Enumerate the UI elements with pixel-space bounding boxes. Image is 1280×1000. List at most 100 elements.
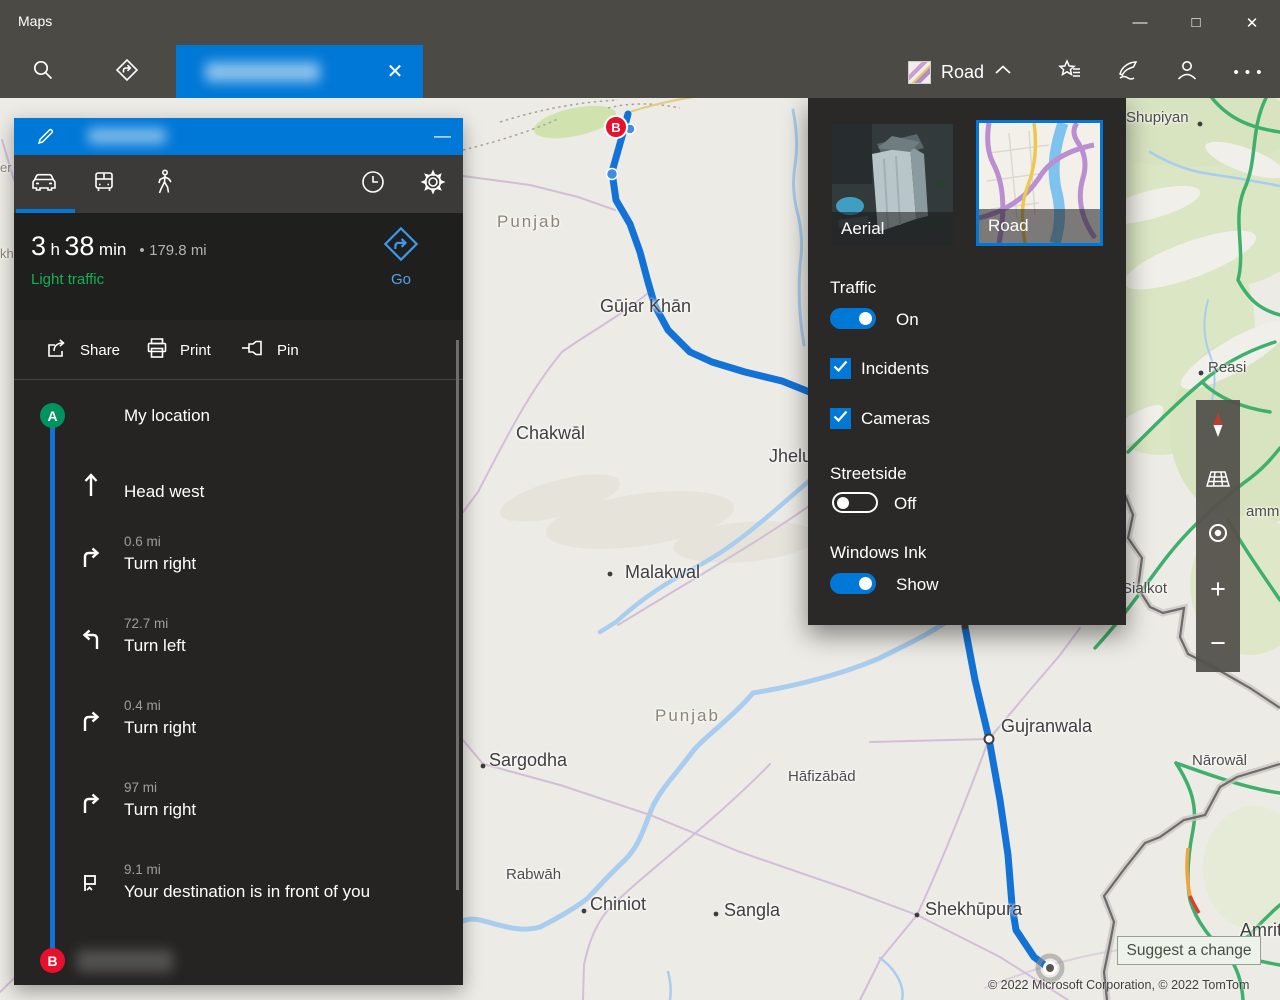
map-label-city: Hāfizābād bbox=[788, 768, 856, 785]
direction-step[interactable]: 0.6 mi Turn right bbox=[14, 530, 463, 588]
pin-button[interactable]: Pin bbox=[240, 320, 299, 380]
favorites-button[interactable] bbox=[1046, 49, 1094, 95]
route-waypoint-dot bbox=[607, 169, 618, 180]
map-marker-b: B bbox=[605, 116, 627, 138]
map-label-city: Malakwal bbox=[625, 562, 700, 583]
style-option-aerial[interactable]: Aerial bbox=[832, 124, 953, 246]
end-badge: B bbox=[40, 948, 65, 973]
my-location-button[interactable] bbox=[1196, 508, 1240, 562]
tab-transit[interactable] bbox=[74, 155, 134, 213]
direction-step[interactable]: 9.1 mi Your destination is in front of y… bbox=[14, 858, 463, 916]
compass-button[interactable] bbox=[1196, 400, 1240, 454]
route-duration: 3 h 38 min • 179.8 mi bbox=[31, 231, 207, 262]
ink-button[interactable] bbox=[1104, 49, 1152, 95]
share-button[interactable]: Share bbox=[45, 320, 120, 380]
app-chrome: Maps — □ ✕ ✕ bbox=[0, 0, 1280, 98]
route-actions: Share Print bbox=[14, 320, 463, 380]
favorites-icon bbox=[1058, 59, 1082, 86]
turn-right-icon bbox=[79, 709, 103, 738]
traffic-label: Traffic bbox=[830, 278, 876, 298]
clock-icon bbox=[360, 169, 386, 200]
map-style-button[interactable]: Road bbox=[908, 49, 1012, 95]
map-label-city: Sangla bbox=[724, 900, 780, 921]
windows-ink-state: Show bbox=[896, 575, 939, 595]
maps-app-window: B Punjab Gūjar Khān Chakwāl Jhelum Malak… bbox=[0, 0, 1280, 1000]
panel-minimize-button[interactable]: — bbox=[434, 126, 451, 146]
map-controls-bar: + − bbox=[1196, 400, 1240, 672]
checkmark-icon bbox=[833, 360, 848, 378]
map-label-region: Punjab bbox=[497, 212, 562, 232]
more-button[interactable]: • • • bbox=[1224, 49, 1272, 95]
incidents-checkbox[interactable] bbox=[830, 358, 851, 379]
close-button[interactable]: ✕ bbox=[1224, 0, 1280, 45]
direction-step[interactable]: Head west bbox=[14, 458, 463, 516]
map-label-city: Shekhūpura bbox=[925, 899, 1022, 920]
maximize-button[interactable]: □ bbox=[1168, 0, 1224, 45]
ellipsis-icon: • • • bbox=[1233, 64, 1262, 81]
zoom-in-button[interactable]: + bbox=[1196, 562, 1240, 616]
travel-mode-tabs bbox=[14, 155, 463, 213]
traffic-toggle[interactable] bbox=[830, 308, 876, 329]
map-label-city: Chiniot bbox=[590, 894, 646, 915]
direction-step[interactable]: 97 mi Turn right bbox=[14, 776, 463, 834]
share-label: Share bbox=[80, 342, 120, 359]
chevron-up-icon bbox=[994, 63, 1012, 81]
streetside-toggle[interactable] bbox=[832, 492, 878, 513]
panel-scrollbar[interactable] bbox=[456, 340, 459, 890]
my-location-icon bbox=[1207, 522, 1229, 549]
print-label: Print bbox=[180, 342, 211, 359]
bus-icon bbox=[91, 170, 117, 199]
cameras-checkbox[interactable] bbox=[830, 408, 851, 429]
search-icon bbox=[32, 59, 54, 86]
direction-step[interactable]: 0.4 mi Turn right bbox=[14, 694, 463, 752]
tilt-button[interactable] bbox=[1196, 454, 1240, 508]
turn-right-icon bbox=[79, 545, 103, 574]
tilt-map-icon bbox=[1205, 469, 1231, 494]
account-button[interactable] bbox=[1163, 49, 1211, 95]
route-tab[interactable]: ✕ bbox=[176, 45, 423, 98]
windows-ink-toggle[interactable] bbox=[830, 573, 876, 594]
directions-icon bbox=[115, 58, 139, 87]
gear-icon bbox=[420, 169, 446, 200]
map-style-thumbnail-icon bbox=[908, 61, 931, 84]
pin-label: Pin bbox=[277, 342, 299, 359]
map-label-city: Gujranwala bbox=[1001, 716, 1092, 737]
print-button[interactable]: Print bbox=[145, 320, 211, 380]
share-icon bbox=[45, 337, 80, 363]
end-label-redacted bbox=[77, 950, 173, 972]
route-options-button[interactable] bbox=[403, 155, 463, 213]
tab-walk[interactable] bbox=[134, 155, 194, 213]
map-copyright: © 2022 Microsoft Corporation, © 2022 Tom… bbox=[988, 978, 1249, 992]
edit-route-icon[interactable] bbox=[36, 126, 56, 151]
search-button[interactable] bbox=[19, 49, 67, 95]
map-label-city: Reasi bbox=[1208, 359, 1246, 376]
map-label-city: Chakwāl bbox=[516, 423, 585, 444]
walk-icon bbox=[154, 169, 174, 200]
direction-step[interactable]: 72.7 mi Turn left bbox=[14, 612, 463, 670]
directions-steps: A My location Head west 0.6 mi Turn righ… bbox=[14, 380, 463, 985]
zoom-out-button[interactable]: − bbox=[1196, 616, 1240, 670]
map-label-city: amm bbox=[1246, 503, 1279, 520]
start-label: My location bbox=[124, 406, 210, 426]
map-style-flyout: Aerial Road Traffic On bbox=[808, 98, 1126, 625]
directions-button[interactable] bbox=[103, 49, 151, 95]
map-label-city: Sialkot bbox=[1122, 580, 1167, 597]
go-button[interactable]: Go bbox=[379, 225, 423, 288]
directions-panel-header[interactable]: — bbox=[14, 118, 463, 155]
streetside-state: Off bbox=[894, 494, 916, 514]
cameras-label: Cameras bbox=[861, 409, 930, 429]
traffic-status: Light traffic bbox=[31, 271, 104, 288]
minimize-button[interactable]: — bbox=[1112, 0, 1168, 45]
window-title: Maps bbox=[18, 13, 52, 29]
map-label-fragment: kh bbox=[0, 246, 14, 261]
suggest-change-button[interactable]: Suggest a change bbox=[1117, 936, 1261, 965]
route-distance: 179.8 mi bbox=[149, 242, 207, 259]
route-tab-close-button[interactable]: ✕ bbox=[373, 45, 417, 98]
incidents-label: Incidents bbox=[861, 359, 929, 379]
style-road-label: Road bbox=[979, 209, 1100, 243]
options-time-button[interactable] bbox=[343, 155, 403, 213]
style-option-road-selected[interactable]: Road bbox=[976, 120, 1103, 246]
route-tab-title-redacted bbox=[205, 62, 320, 82]
tab-drive[interactable] bbox=[14, 155, 74, 213]
turn-left-icon bbox=[79, 627, 103, 656]
